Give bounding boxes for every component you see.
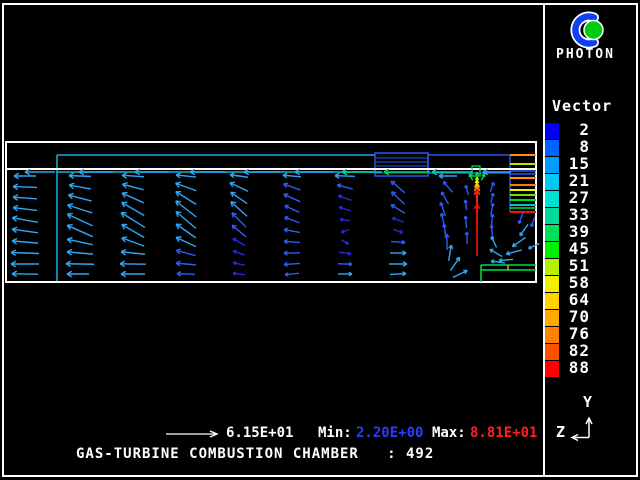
legend-entry: 15	[545, 156, 635, 173]
legend-entry: 58	[545, 275, 635, 292]
legend-color-swatch	[545, 275, 559, 292]
legend-color-swatch	[545, 343, 559, 360]
axis-y-label: Y	[583, 394, 592, 411]
legend-entry: 33	[545, 207, 635, 224]
legend-entry: 51	[545, 258, 635, 275]
vector-plot-canvas[interactable]	[0, 0, 640, 480]
legend-color-swatch	[545, 207, 559, 224]
legend-entry: 82	[545, 343, 635, 360]
legend-color-swatch	[545, 360, 559, 377]
legend-entry: 21	[545, 173, 635, 190]
axis-arrows-icon	[570, 413, 596, 443]
legend-color-swatch	[545, 292, 559, 309]
legend-entry: 88	[545, 360, 635, 377]
legend-entry: 76	[545, 326, 635, 343]
min-label: Min:	[318, 426, 352, 441]
legend-entry: 45	[545, 241, 635, 258]
legend-entry: 39	[545, 224, 635, 241]
legend-entry: 64	[545, 292, 635, 309]
legend-color-swatch	[545, 241, 559, 258]
max-value: 8.81E+01	[470, 426, 537, 441]
legend-color-swatch	[545, 156, 559, 173]
legend-color-swatch	[545, 190, 559, 207]
legend-color-swatch	[545, 122, 559, 139]
legend-color-swatch	[545, 258, 559, 275]
photon-logo-icon	[566, 10, 610, 50]
reference-value: 6.15E+01	[226, 426, 293, 441]
vector-field	[11, 169, 539, 277]
legend-color-swatch	[545, 309, 559, 326]
legend-color-swatch	[545, 173, 559, 190]
legend-entry: 8	[545, 139, 635, 156]
legend-entry: 70	[545, 309, 635, 326]
legend-color-swatch	[545, 326, 559, 343]
photon-window: PHOTON Vector 28152127333945515864707682…	[0, 0, 640, 480]
legend-color-swatch	[545, 139, 559, 156]
axis-z-label: Z	[556, 424, 565, 441]
max-label: Max:	[432, 426, 466, 441]
legend-title: Vector	[552, 98, 612, 115]
legend-value-label: 88	[558, 360, 590, 377]
min-value: 2.20E+00	[356, 426, 423, 441]
legend-entry: 2	[545, 122, 635, 139]
reference-arrow-icon	[165, 428, 220, 440]
brand-label: PHOTON	[556, 48, 615, 62]
legend-color-swatch	[545, 224, 559, 241]
plot-title: GAS-TURBINE COMBUSTION CHAMBER : 492	[76, 447, 434, 462]
legend-entry: 27	[545, 190, 635, 207]
